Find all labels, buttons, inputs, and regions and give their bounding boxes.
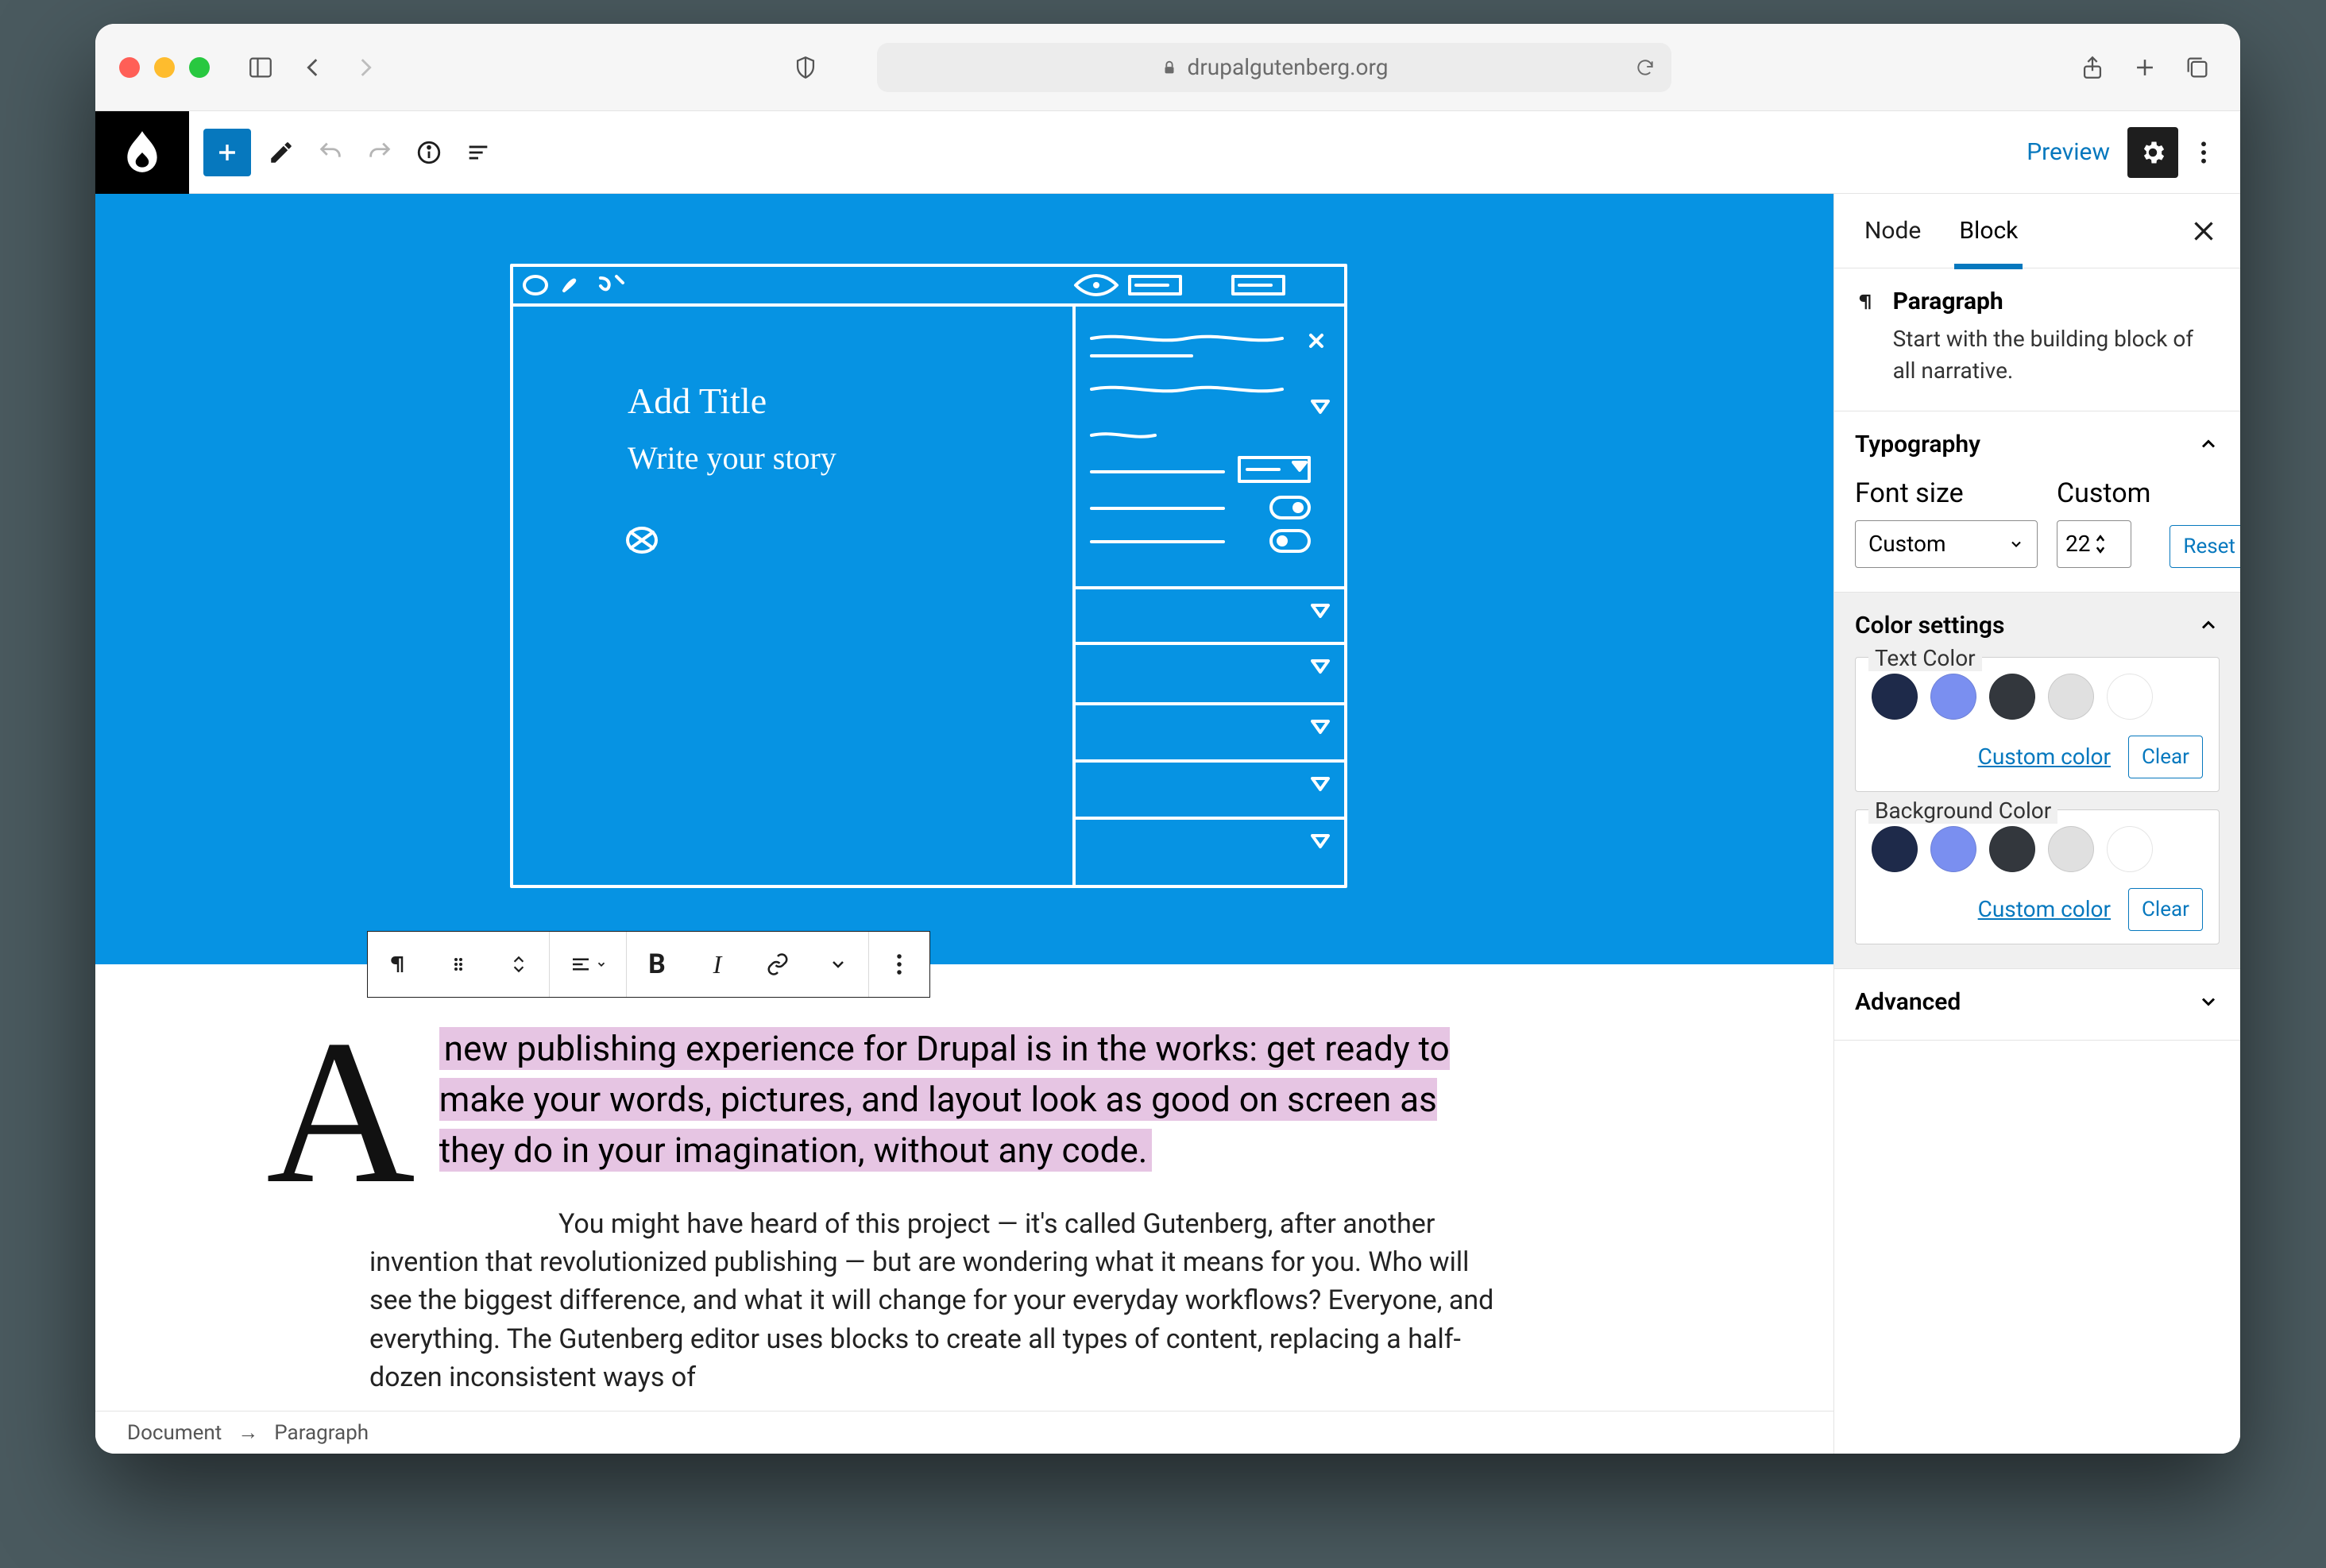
share-icon[interactable]: [2073, 48, 2112, 87]
chevron-down-icon: [2008, 536, 2024, 552]
swatch[interactable]: [2048, 674, 2094, 720]
collapse-icon[interactable]: [2197, 433, 2220, 455]
new-tab-icon[interactable]: [2126, 48, 2164, 87]
swatch[interactable]: [2048, 826, 2094, 872]
font-size-select[interactable]: Custom: [1855, 520, 2038, 568]
expand-icon[interactable]: [2197, 991, 2220, 1013]
custom-size-input[interactable]: 22: [2057, 520, 2131, 568]
close-sidebar-icon[interactable]: [2189, 217, 2218, 245]
drag-handle-icon[interactable]: [428, 932, 489, 997]
stepper-icon: [2095, 533, 2106, 555]
settings-button[interactable]: [2127, 127, 2178, 178]
block-more-options-icon[interactable]: [869, 932, 929, 997]
typography-title: Typography: [1855, 431, 1980, 458]
paragraph-icon: [1855, 288, 1877, 316]
color-settings-panel: Color settings Text Color Custom color: [1834, 593, 2240, 969]
swatch[interactable]: [1989, 674, 2035, 720]
breadcrumb-current[interactable]: Paragraph: [274, 1421, 369, 1445]
add-block-button[interactable]: [203, 129, 251, 176]
highlighted-lead: new publishing experience for Drupal is …: [439, 1027, 1450, 1172]
breadcrumb-root[interactable]: Document: [127, 1421, 222, 1445]
swatch[interactable]: [1989, 826, 2035, 872]
collapse-icon[interactable]: [2197, 614, 2220, 636]
hero-sketch-illustration: Add Title Write your story: [508, 262, 1349, 890]
breadcrumb-separator-icon: →: [238, 1420, 258, 1445]
swatch[interactable]: [1872, 826, 1918, 872]
traffic-lights: [119, 57, 210, 78]
tab-block[interactable]: Block: [1940, 194, 2037, 268]
url-host: drupalgutenberg.org: [1188, 54, 1389, 80]
swatch[interactable]: [1872, 674, 1918, 720]
custom-size-label: Custom: [2057, 477, 2150, 509]
text-color-swatches: [1872, 674, 2203, 720]
align-icon[interactable]: [550, 932, 626, 997]
swatch[interactable]: [2107, 826, 2153, 872]
sidebar-toggle-icon[interactable]: [241, 48, 280, 87]
background-color-legend: Background Color: [1868, 798, 2057, 824]
breadcrumb: Document → Paragraph: [95, 1411, 1833, 1454]
block-description-panel: Paragraph Start with the building block …: [1834, 268, 2240, 411]
info-icon[interactable]: [410, 133, 448, 172]
shield-icon[interactable]: [786, 48, 825, 87]
preview-link[interactable]: Preview: [2009, 138, 2127, 166]
custom-text-color-link[interactable]: Custom color: [1978, 743, 2111, 770]
editor-canvas: Add Title Write your story: [95, 194, 1833, 1454]
zoom-window[interactable]: [189, 57, 210, 78]
body-paragraph[interactable]: You might have heard of this project — i…: [369, 1205, 1497, 1396]
clear-bg-color-button[interactable]: Clear: [2128, 888, 2203, 931]
tabs-overview-icon[interactable]: [2178, 48, 2216, 87]
advanced-panel[interactable]: Advanced: [1834, 969, 2240, 1041]
svg-text:Add Title: Add Title: [628, 380, 767, 421]
typography-panel: Typography Font size Custom Custom: [1834, 411, 2240, 593]
move-up-down-icon[interactable]: [489, 932, 549, 997]
workspace: Add Title Write your story: [95, 194, 2240, 1454]
minimize-window[interactable]: [154, 57, 175, 78]
reset-font-size-button[interactable]: Reset: [2170, 525, 2240, 568]
hero-banner: Add Title Write your story: [95, 194, 1833, 964]
dropcap: A: [266, 1029, 415, 1195]
undo-icon[interactable]: [311, 133, 350, 172]
advanced-title: Advanced: [1855, 988, 1961, 1016]
edit-mode-icon[interactable]: [262, 133, 300, 172]
svg-text:Write your story: Write your story: [628, 440, 837, 476]
italic-icon[interactable]: I: [687, 932, 748, 997]
sidebar-tabs: Node Block: [1834, 194, 2240, 268]
article-content[interactable]: A new publishing experience for Drupal i…: [369, 1023, 1497, 1396]
block-name: Paragraph: [1893, 288, 2003, 315]
block-toolbar: B I: [367, 931, 930, 998]
nav-forward-icon[interactable]: [346, 48, 384, 87]
bg-color-swatches: [1872, 826, 2203, 872]
text-color-fieldset: Text Color Custom color Clear: [1855, 657, 2220, 792]
drupal-logo[interactable]: [95, 111, 189, 194]
swatch[interactable]: [1930, 826, 1976, 872]
close-window[interactable]: [119, 57, 140, 78]
nav-back-icon[interactable]: [294, 48, 332, 87]
block-type-paragraph-icon[interactable]: [368, 932, 428, 997]
reload-icon[interactable]: [1635, 57, 1656, 78]
editor-toolbar: Preview: [95, 111, 2240, 194]
more-rich-text-icon[interactable]: [808, 932, 868, 997]
swatch[interactable]: [1930, 674, 1976, 720]
font-size-label: Font size: [1855, 477, 2038, 509]
address-bar[interactable]: drupalgutenberg.org: [877, 43, 1671, 92]
background-color-fieldset: Background Color Custom color Clear: [1855, 809, 2220, 944]
clear-text-color-button[interactable]: Clear: [2128, 736, 2203, 778]
bold-icon[interactable]: B: [627, 932, 687, 997]
block-description: Start with the building block of all nar…: [1893, 323, 2220, 387]
more-options-icon[interactable]: [2185, 127, 2223, 178]
color-settings-title: Color settings: [1855, 612, 2004, 639]
settings-sidebar: Node Block Paragraph Start with the buil…: [1833, 194, 2240, 1454]
custom-bg-color-link[interactable]: Custom color: [1978, 896, 2111, 922]
tab-node[interactable]: Node: [1845, 194, 1940, 268]
lead-paragraph[interactable]: A new publishing experience for Drupal i…: [369, 1023, 1497, 1176]
redo-icon[interactable]: [361, 133, 399, 172]
outline-icon[interactable]: [459, 133, 497, 172]
browser-chrome: drupalgutenberg.org: [95, 24, 2240, 111]
text-color-legend: Text Color: [1868, 645, 1982, 671]
link-icon[interactable]: [748, 932, 808, 997]
swatch[interactable]: [2107, 674, 2153, 720]
lock-icon: [1161, 59, 1178, 76]
browser-window: drupalgutenberg.org: [95, 24, 2240, 1454]
